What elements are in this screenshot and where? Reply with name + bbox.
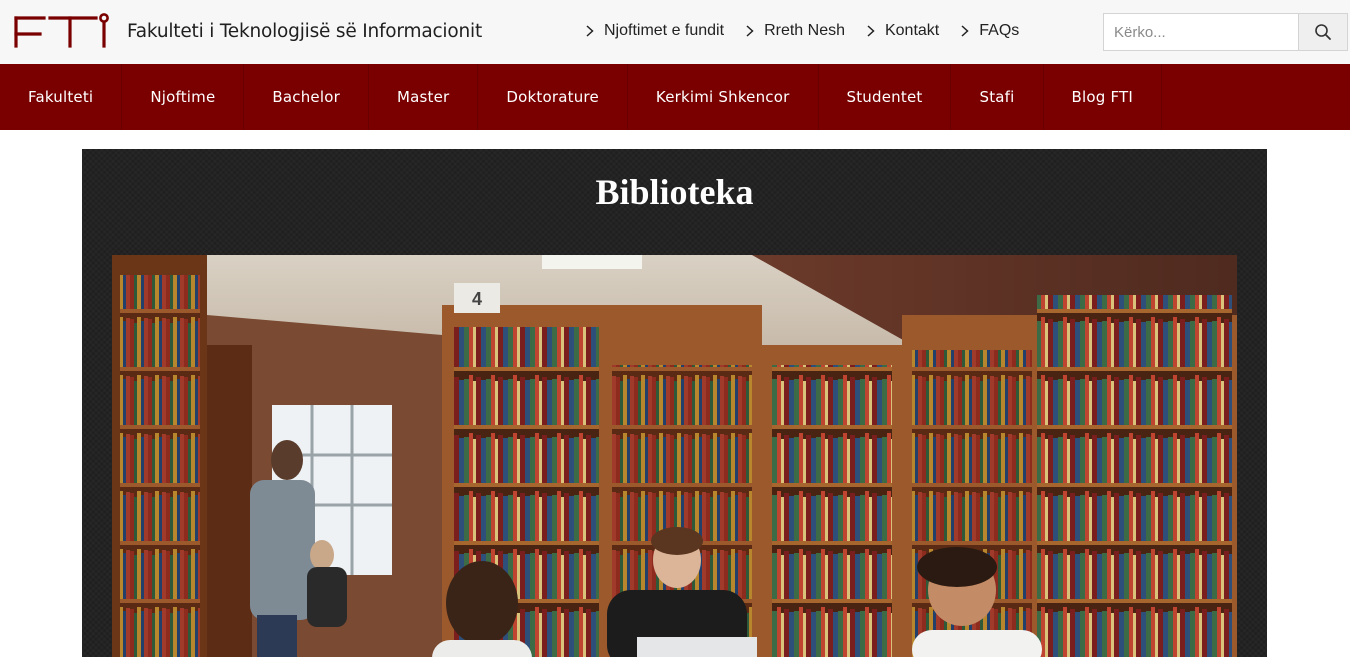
- nav-item-blog-fti[interactable]: Blog FTI: [1044, 64, 1162, 130]
- chevron-right-icon: [746, 25, 754, 37]
- fti-logo[interactable]: [14, 13, 114, 53]
- nav-item-fakulteti[interactable]: Fakulteti: [0, 64, 123, 130]
- top-link-rreth-nesh[interactable]: Rreth Nesh: [742, 22, 845, 40]
- content-panel: Biblioteka 4: [82, 149, 1267, 657]
- search-input[interactable]: [1103, 13, 1298, 51]
- nav-item-studentet[interactable]: Studentet: [819, 64, 952, 130]
- site-name[interactable]: Fakulteti i Teknologjisë së Informacioni…: [127, 21, 482, 42]
- nav-item-stafi[interactable]: Stafi: [951, 64, 1044, 130]
- page-title: Biblioteka: [595, 172, 754, 212]
- nav-item-bachelor[interactable]: Bachelor: [244, 64, 369, 130]
- top-link-faqs[interactable]: FAQs: [957, 22, 1019, 40]
- nav-item-njoftime[interactable]: Njoftime: [122, 64, 245, 130]
- nav-item-kerkimi-shkencor[interactable]: Kerkimi Shkencor: [628, 64, 819, 130]
- search-icon: [1315, 24, 1331, 40]
- top-link-njoftimet[interactable]: Njoftimet e fundit: [582, 22, 724, 40]
- top-links: Njoftimet e fundit Rreth Nesh Kontakt FA…: [582, 22, 1037, 40]
- shelf-number: 4: [472, 289, 482, 309]
- top-link-label: Rreth Nesh: [764, 22, 845, 39]
- chevron-right-icon: [867, 25, 875, 37]
- top-link-kontakt[interactable]: Kontakt: [863, 22, 939, 40]
- chevron-right-icon: [586, 25, 594, 37]
- nav-item-doktorature[interactable]: Doktorature: [478, 64, 628, 130]
- top-link-label: Njoftimet e fundit: [604, 22, 725, 39]
- chevron-right-icon: [961, 25, 969, 37]
- search-form: [1103, 13, 1348, 51]
- top-link-label: FAQs: [979, 22, 1020, 39]
- main-nav: Fakulteti Njoftime Bachelor Master Dokto…: [0, 64, 1350, 130]
- search-button[interactable]: [1298, 13, 1348, 51]
- nav-item-master[interactable]: Master: [369, 64, 479, 130]
- top-bar: Fakulteti i Teknologjisë së Informacioni…: [0, 0, 1350, 64]
- library-photo: 4: [112, 255, 1237, 657]
- top-link-label: Kontakt: [884, 22, 940, 39]
